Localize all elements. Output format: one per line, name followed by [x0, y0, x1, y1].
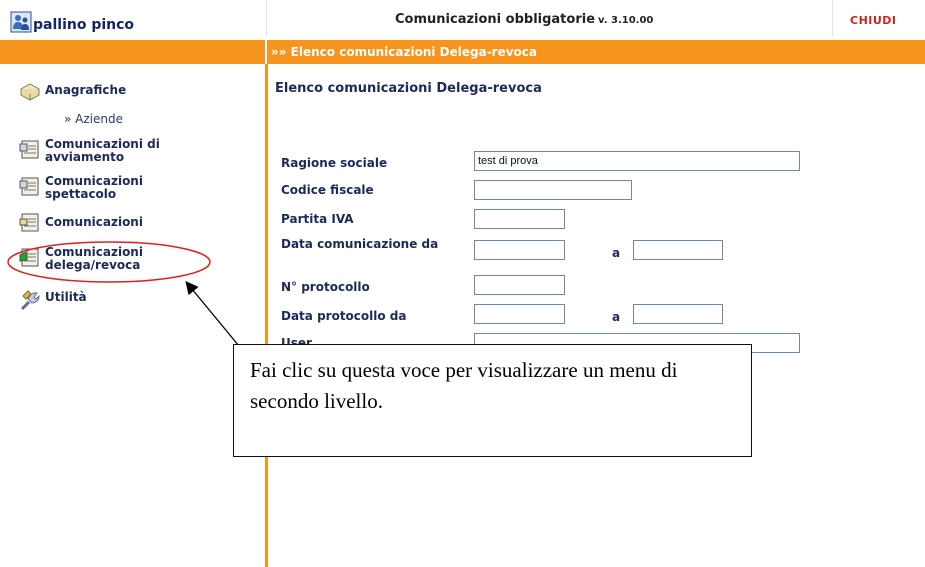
divider	[832, 0, 833, 36]
address-book-icon	[19, 83, 41, 101]
sidebar-item-delega-revoca[interactable]: Comunicazioni delega/revoca	[19, 246, 185, 272]
sidebar-item-avviamento[interactable]: Comunicazioni di avviamento	[19, 138, 185, 164]
sidebar-subitem-aziende[interactable]: » Aziende	[64, 112, 123, 126]
codice-fiscale-label: Codice fiscale	[281, 183, 374, 197]
document-icon	[19, 213, 39, 232]
user-name: pallino pinco	[33, 17, 135, 33]
data-comunicazione-to-input[interactable]	[633, 240, 723, 260]
document-icon	[19, 140, 39, 159]
document-icon	[19, 177, 39, 196]
users-icon	[10, 11, 32, 33]
divider	[266, 0, 267, 36]
document-green-icon	[19, 248, 39, 267]
sidebar-border	[265, 64, 268, 567]
data-comunicazione-from-input[interactable]	[474, 240, 565, 260]
app-title-text: Comunicazioni obbligatorie	[395, 12, 596, 27]
user-info: pallino pinco	[10, 5, 134, 33]
sidebar-item-comunicazioni[interactable]: Comunicazioni	[19, 211, 185, 233]
sidebar-item-utilita[interactable]: Utilità	[19, 289, 185, 311]
breadcrumb-bar: »» Elenco comunicazioni Delega-revoca	[0, 40, 925, 64]
page-title: Elenco comunicazioni Delega-revoca	[275, 81, 542, 96]
divider	[265, 40, 267, 64]
app-title: Comunicazioni obbligatorie v. 3.10.00	[395, 12, 653, 27]
partita-iva-input[interactable]	[474, 209, 565, 229]
partita-iva-label: Partita IVA	[281, 212, 354, 226]
sidebar-item-anagrafiche[interactable]: Anagrafiche	[19, 81, 185, 103]
sidebar-item-label: Comunicazioni delega/revoca	[45, 245, 143, 272]
range-to-label: a	[612, 310, 621, 324]
data-protocollo-from-input[interactable]	[474, 304, 565, 324]
data-comunicazione-label: Data comunicazione da	[281, 237, 439, 251]
app-version: v. 3.10.00	[598, 15, 654, 26]
codice-fiscale-input[interactable]	[474, 180, 632, 200]
protocollo-label: N° protocollo	[281, 280, 370, 294]
close-button[interactable]: CHIUDI	[850, 14, 897, 27]
tools-icon	[20, 290, 40, 311]
sidebar-item-label: Utilità	[45, 290, 87, 304]
breadcrumb: »» Elenco comunicazioni Delega-revoca	[271, 45, 538, 59]
top-bar: pallino pinco Comunicazioni obbligatorie…	[0, 0, 925, 36]
ragione-sociale-label: Ragione sociale	[281, 156, 388, 170]
data-protocollo-to-input[interactable]	[633, 304, 723, 324]
protocollo-input[interactable]	[474, 275, 565, 295]
sidebar-item-label: Anagrafiche	[45, 83, 127, 97]
sidebar-item-label: Comunicazioni spettacolo	[45, 174, 143, 201]
sidebar-item-label: Comunicazioni	[45, 215, 143, 229]
range-to-label: a	[612, 246, 621, 260]
annotation-callout: Fai clic su questa voce per visualizzare…	[233, 344, 752, 457]
ragione-sociale-input[interactable]: test di prova	[474, 151, 800, 171]
user-label: User	[281, 337, 312, 344]
sidebar-item-spettacolo[interactable]: Comunicazioni spettacolo	[19, 175, 185, 201]
sidebar-item-label: Comunicazioni di avviamento	[45, 137, 160, 164]
data-protocollo-label: Data protocollo da	[281, 309, 407, 323]
